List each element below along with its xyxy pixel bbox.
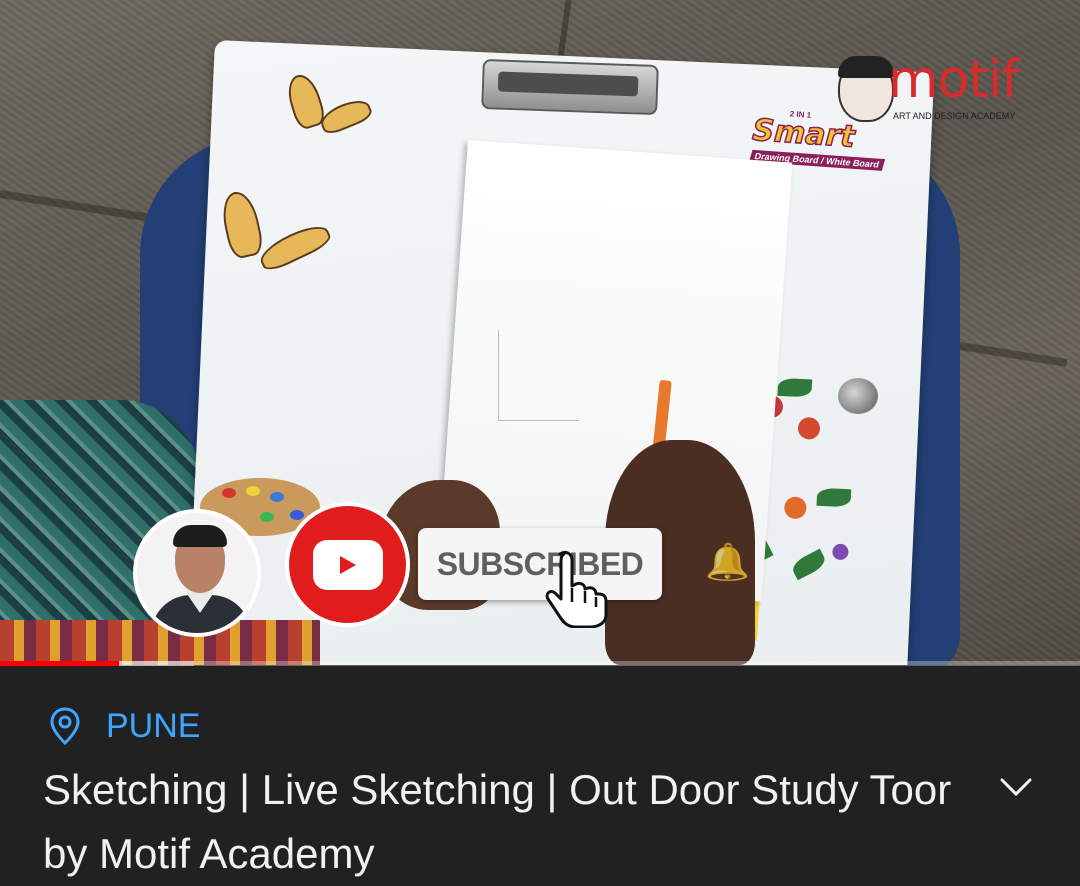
chevron-down-icon[interactable]: [992, 766, 1040, 810]
flower-decoration: [783, 496, 807, 520]
pointer-hand-icon: [545, 550, 608, 628]
video-info-panel: PUNE Sketching | Live Sketching | Out Do…: [0, 666, 1080, 886]
channel-avatar: [133, 509, 261, 637]
video-player[interactable]: 2 IN 1 Smart Drawing Board / White Board…: [0, 0, 1080, 665]
bell-icon: 🔔: [705, 541, 750, 582]
board-knob: [838, 378, 878, 414]
leaf-decoration: [789, 548, 829, 581]
location-link[interactable]: PUNE: [48, 706, 200, 746]
youtube-logo-icon: [285, 502, 410, 627]
location-pin-icon: [50, 707, 80, 746]
sketch-outline: [498, 330, 579, 421]
leaf-decoration: [777, 377, 813, 398]
motif-watermark: motif ART AND DESIGN ACADEMY: [838, 52, 1053, 126]
flower-decoration: [797, 416, 821, 440]
leaf-decoration: [816, 487, 852, 508]
mascot-face-icon: [838, 56, 894, 122]
video-title[interactable]: Sketching | Live Sketching | Out Door St…: [43, 758, 973, 886]
board-clip: [481, 58, 659, 116]
location-label: PUNE: [106, 706, 201, 745]
flower-decoration: [832, 543, 849, 561]
